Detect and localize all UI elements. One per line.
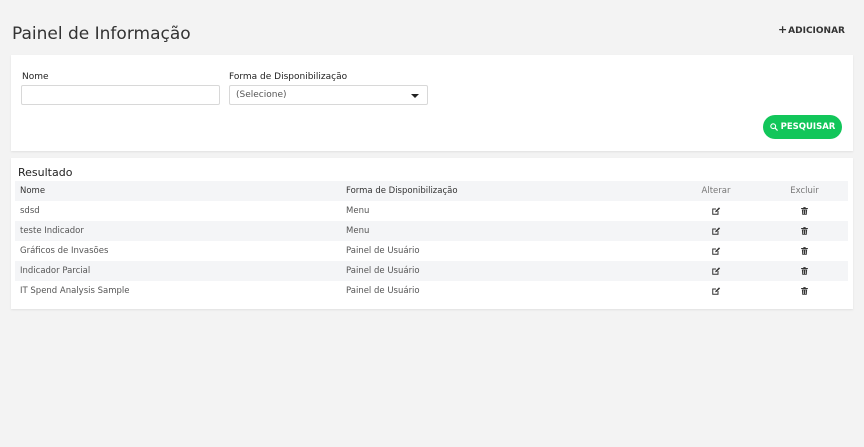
row-name: IT Spend Analysis Sample	[20, 286, 130, 296]
table-row: sdsd Menu	[15, 201, 848, 221]
row-edit-cell	[671, 241, 761, 261]
row-form: Painel de Usuário	[346, 266, 420, 276]
table-row: teste Indicador Menu	[15, 221, 848, 241]
trash-icon[interactable]	[800, 206, 809, 216]
row-edit-cell	[671, 281, 761, 301]
edit-icon[interactable]	[711, 226, 721, 236]
search-icon	[769, 123, 778, 131]
column-header-delete: Excluir	[790, 186, 819, 196]
row-delete-cell	[761, 221, 848, 241]
form-label: Forma de Disponibilização	[229, 72, 348, 82]
row-delete-cell	[761, 201, 848, 221]
edit-icon[interactable]	[711, 266, 721, 276]
row-form: Painel de Usuário	[346, 246, 420, 256]
row-delete-cell	[761, 241, 848, 261]
results-title: Resultado	[18, 166, 73, 179]
row-edit-cell	[671, 201, 761, 221]
table-row: Gráficos de Invasões Painel de Usuário	[15, 241, 848, 261]
row-form: Menu	[346, 226, 370, 236]
column-header-form: Forma de Disponibilização	[346, 186, 458, 196]
results-table: Nome Forma de Disponibilização Alterar E…	[15, 181, 848, 301]
edit-icon[interactable]	[711, 246, 721, 256]
trash-icon[interactable]	[800, 266, 809, 276]
row-edit-cell	[671, 261, 761, 281]
form-select[interactable]: (Selecione)	[229, 85, 428, 105]
column-header-edit: Alterar	[701, 186, 731, 196]
search-button-label: PESQUISAR	[780, 122, 836, 132]
name-label: Nome	[22, 72, 49, 82]
row-name: sdsd	[20, 206, 40, 216]
add-button[interactable]: +ADICIONAR	[778, 23, 845, 36]
table-row: IT Spend Analysis Sample Painel de Usuár…	[15, 281, 848, 301]
column-header-name: Nome	[20, 186, 46, 196]
row-name: teste Indicador	[20, 226, 84, 236]
row-form: Menu	[346, 206, 370, 216]
trash-icon[interactable]	[800, 246, 809, 256]
row-edit-cell	[671, 221, 761, 241]
table-row: Indicador Parcial Painel de Usuário	[15, 261, 848, 281]
plus-icon: +	[777, 23, 788, 36]
trash-icon[interactable]	[800, 286, 809, 296]
row-delete-cell	[761, 281, 848, 301]
filter-panel: Nome Forma de Disponibilização (Selecion…	[11, 55, 853, 151]
page-title: Painel de Informação	[12, 24, 191, 44]
add-button-label: ADICIONAR	[788, 26, 845, 36]
edit-icon[interactable]	[711, 206, 721, 216]
table-header-row: Nome Forma de Disponibilização Alterar E…	[15, 181, 848, 201]
edit-icon[interactable]	[711, 286, 721, 296]
trash-icon[interactable]	[800, 226, 809, 236]
row-name: Indicador Parcial	[20, 266, 91, 276]
results-panel: Resultado Nome Forma de Disponibilização…	[11, 158, 853, 309]
form-select-value: (Selecione)	[236, 90, 287, 100]
name-input[interactable]	[21, 85, 220, 105]
caret-down-icon	[411, 94, 419, 98]
search-button[interactable]: PESQUISAR	[763, 115, 842, 139]
row-delete-cell	[761, 261, 848, 281]
row-form: Painel de Usuário	[346, 286, 420, 296]
row-name: Gráficos de Invasões	[20, 246, 109, 256]
